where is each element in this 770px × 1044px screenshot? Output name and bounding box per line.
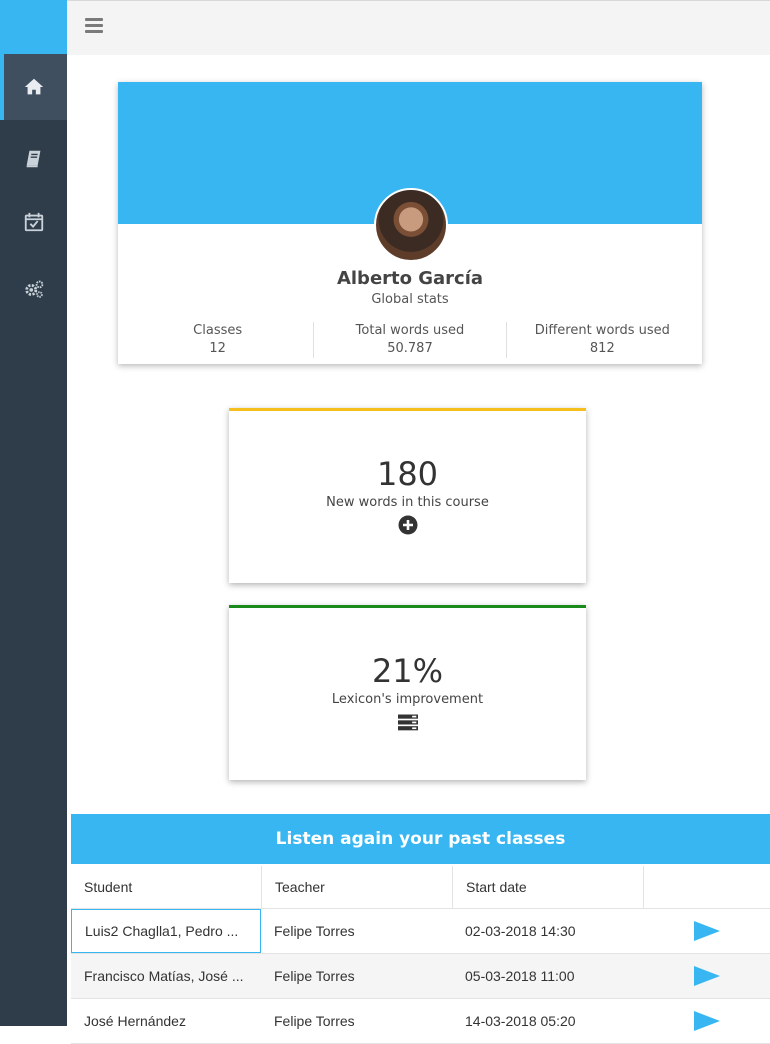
play-icon[interactable]	[693, 1010, 721, 1032]
stat-label: Total words used	[355, 323, 465, 338]
new-words-card: 180 New words in this course	[229, 408, 586, 583]
stat-label: Classes	[193, 323, 243, 338]
play-cell	[643, 954, 770, 998]
past-classes-table: Student Teacher Start date Luis2 Chaglla…	[71, 866, 770, 1044]
table-row[interactable]: Francisco Matías, José ... Felipe Torres…	[71, 954, 770, 999]
gears-icon	[24, 280, 43, 298]
play-icon[interactable]	[693, 965, 721, 987]
book-icon	[26, 150, 40, 168]
stat-value: 50.787	[387, 341, 433, 356]
stat-value: 812	[589, 341, 615, 356]
column-header-actions	[643, 866, 770, 908]
stat-label: Different words used	[534, 323, 670, 338]
column-header-student[interactable]: Student	[71, 866, 261, 908]
start-date-cell: 14-03-2018 05:20	[465, 1013, 576, 1029]
sidebar-item-calendar[interactable]	[0, 189, 67, 255]
student-name: Francisco Matías, José ...	[84, 968, 244, 984]
student-cell[interactable]: Luis2 Chaglla1, Pedro ...	[71, 909, 261, 953]
start-date-cell: 02-03-2018 14:30	[465, 923, 576, 939]
plus-circle-icon	[398, 515, 417, 535]
table-row[interactable]: Luis2 Chaglla1, Pedro ... Felipe Torres …	[71, 909, 770, 954]
sidebar-item-settings[interactable]	[0, 256, 67, 322]
sidebar-item-courses[interactable]	[0, 126, 67, 192]
stat-value: 12	[209, 341, 226, 356]
profile-stats: Classes 12 Total words used 50.787 Diffe…	[122, 322, 698, 358]
play-cell	[643, 909, 770, 953]
teacher-cell: Felipe Torres	[274, 923, 355, 939]
metric-label: Lexicon's improvement	[331, 692, 484, 707]
column-header-teacher[interactable]: Teacher	[261, 866, 452, 908]
past-classes-title: Listen again your past classes	[71, 814, 770, 864]
home-icon	[24, 78, 43, 95]
play-icon[interactable]	[693, 920, 721, 942]
start-date-cell: 05-03-2018 11:00	[465, 968, 575, 984]
sidebar-item-home[interactable]	[0, 54, 67, 120]
top-bar	[67, 0, 770, 55]
table-row[interactable]: José Hernández Felipe Torres 14-03-2018 …	[71, 999, 770, 1044]
column-header-start-date[interactable]: Start date	[452, 866, 643, 908]
metric-value: 21%	[371, 652, 444, 690]
sidebar	[0, 0, 67, 1026]
profile-card: Alberto García Global stats Classes 12 T…	[118, 82, 702, 364]
profile-subtitle: Global stats	[371, 292, 449, 307]
stat-different-words: Different words used 812	[505, 322, 698, 358]
profile-name: Alberto García	[336, 268, 484, 289]
student-cell[interactable]: José Hernández	[71, 999, 261, 1043]
avatar	[374, 188, 448, 262]
sidebar-logo-area	[0, 0, 67, 54]
stat-total-words: Total words used 50.787	[313, 322, 505, 358]
student-cell[interactable]: Francisco Matías, José ...	[71, 954, 261, 998]
student-name: José Hernández	[84, 1013, 186, 1029]
lexicon-improvement-card: 21% Lexicon's improvement	[229, 605, 586, 780]
metric-value: 180	[376, 455, 439, 493]
student-name: Luis2 Chaglla1, Pedro ...	[85, 923, 239, 939]
metric-label: New words in this course	[326, 495, 489, 510]
calendar-check-icon	[24, 212, 43, 232]
stat-classes: Classes 12	[122, 322, 313, 358]
teacher-cell: Felipe Torres	[274, 968, 355, 984]
hamburger-menu-icon[interactable]	[85, 18, 103, 36]
play-cell	[643, 999, 770, 1043]
table-header-row: Student Teacher Start date	[71, 866, 770, 909]
teacher-cell: Felipe Torres	[274, 1013, 355, 1029]
server-icon	[397, 714, 418, 731]
